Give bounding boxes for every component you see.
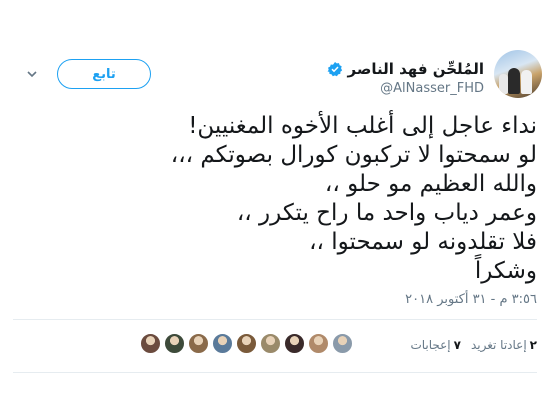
liker-avatar[interactable] [140,333,161,354]
liker-avatar[interactable] [188,333,209,354]
tweet-text: نداء عاجل إلى أغلب الأخوه المغنيين! لو س… [170,113,537,284]
likes-stat[interactable]: ٧ إعجابات [410,338,461,352]
liker-avatar[interactable] [308,333,329,354]
liker-avatar[interactable] [260,333,281,354]
tweet-timestamp[interactable]: ٣:٥٦ م - ٣١ أكتوبر ٢٠١٨ [405,292,537,307]
retweets-stat[interactable]: ٢ إعادتا تغريد [471,338,537,352]
liker-avatar[interactable] [236,333,257,354]
author-display-name[interactable]: المُلحِّن فهد الناصر [348,60,484,78]
verified-badge-icon [327,62,342,77]
divider [13,372,537,373]
retweets-count: ٢ [529,338,537,352]
liker-avatar[interactable] [332,333,353,354]
author-name-row[interactable]: المُلحِّن فهد الناصر [327,60,484,78]
likes-label: إعجابات [410,338,451,352]
tweet-card: المُلحِّن فهد الناصر @AlNasser_FHD تابع … [0,0,550,400]
divider [13,319,537,320]
liker-avatar[interactable] [212,333,233,354]
tweet-stats: ٢ إعادتا تغريد ٧ إعجابات [400,338,537,352]
author-avatar[interactable] [494,50,542,98]
liker-avatar[interactable] [284,333,305,354]
likes-count: ٧ [453,338,461,352]
liker-avatar[interactable] [164,333,185,354]
follow-button[interactable]: تابع [57,59,151,89]
retweets-label: إعادتا تغريد [470,338,527,352]
author-handle[interactable]: @AlNasser_FHD [380,81,484,96]
chevron-down-icon[interactable] [26,68,38,80]
likers-avatars [140,333,353,354]
